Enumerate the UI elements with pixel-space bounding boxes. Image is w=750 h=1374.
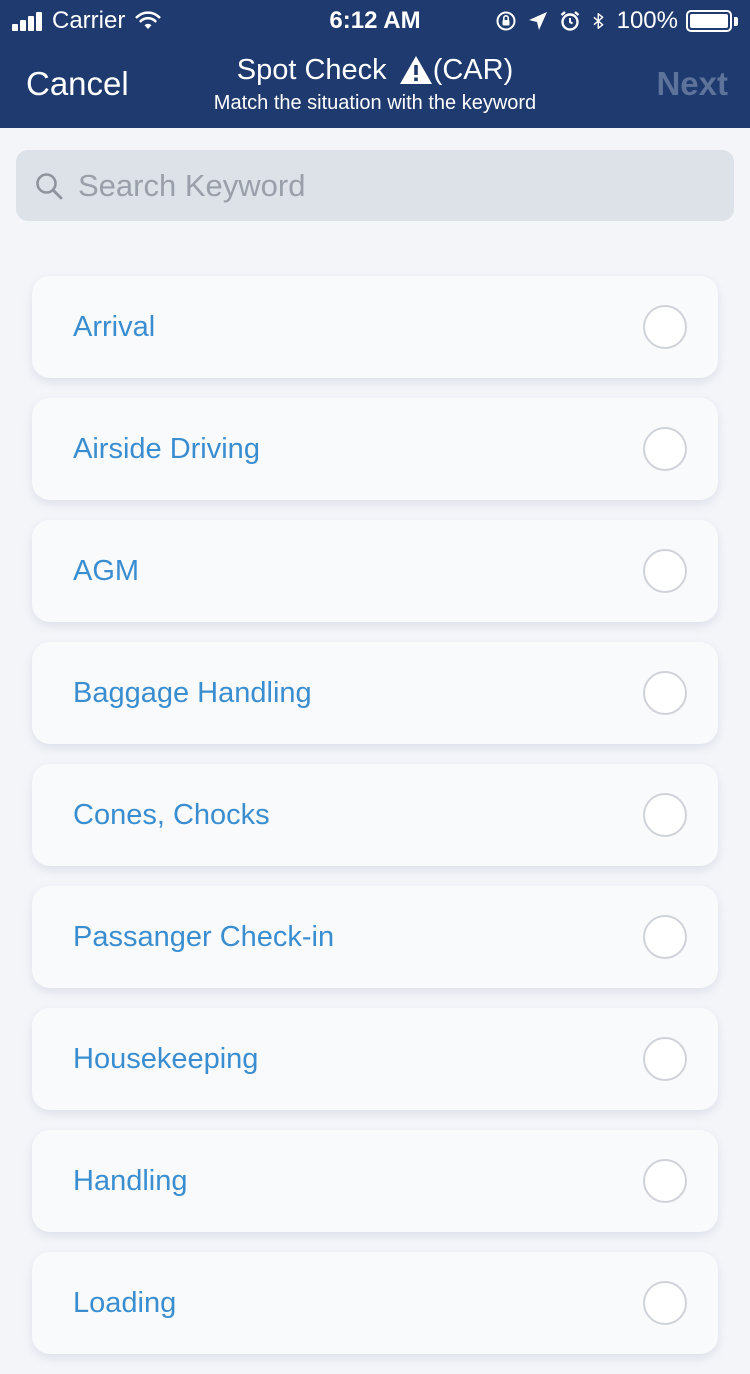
list-item-label: Housekeeping <box>73 1042 259 1075</box>
radio-circle-icon[interactable] <box>643 1159 687 1203</box>
carrier-label: Carrier <box>52 7 126 34</box>
list-item[interactable]: Handling <box>32 1130 718 1232</box>
status-bar-left: Carrier <box>12 6 161 36</box>
nav-title: Spot Check (CAR) <box>150 52 600 88</box>
keyword-list: Arrival Airside Driving AGM Baggage Hand… <box>32 276 718 1374</box>
list-item[interactable]: Airside Driving <box>32 398 718 500</box>
list-item[interactable]: AGM <box>32 520 718 622</box>
header: Carrier 6:12 AM 100% Cancel Spot Check (… <box>0 0 750 128</box>
status-bar-right: 100% <box>495 6 738 36</box>
nav-subtitle: Match the situation with the keyword <box>213 92 537 114</box>
radio-circle-icon[interactable] <box>643 549 687 593</box>
list-item[interactable]: Baggage Handling <box>32 642 718 744</box>
list-item[interactable]: Loading <box>32 1252 718 1354</box>
list-item-label: Passanger Check-in <box>73 920 335 953</box>
search-icon <box>36 172 63 199</box>
list-item[interactable]: Cones, Chocks <box>32 764 718 866</box>
list-item-label: Cones, Chocks <box>73 798 270 831</box>
battery-icon <box>686 10 732 32</box>
list-item[interactable]: Passanger Check-in <box>32 886 718 988</box>
nav-title-block: Spot Check (CAR) Match the situation wit… <box>150 52 600 116</box>
list-item[interactable]: Arrival <box>32 276 718 378</box>
nav-title-suffix: (CAR) <box>432 54 514 86</box>
search-input[interactable] <box>78 167 678 204</box>
list-item[interactable]: Housekeeping <box>32 1008 718 1110</box>
radio-circle-icon[interactable] <box>643 1037 687 1081</box>
wifi-icon <box>135 11 161 29</box>
list-item-label: Arrival <box>73 310 156 343</box>
radio-circle-icon[interactable] <box>643 1281 687 1325</box>
list-item-label: Handling <box>73 1164 188 1197</box>
warning-triangle-icon <box>399 56 432 84</box>
list-item-label: Loading <box>73 1286 177 1319</box>
cellular-signal-icon <box>12 11 44 31</box>
nav-title-text: Spot Check <box>236 54 387 86</box>
radio-circle-icon[interactable] <box>643 793 687 837</box>
search-bar[interactable] <box>16 150 734 221</box>
alarm-icon <box>560 11 579 31</box>
orientation-lock-icon <box>496 11 516 31</box>
list-item-label: Baggage Handling <box>73 676 312 709</box>
radio-circle-icon[interactable] <box>643 671 687 715</box>
radio-circle-icon[interactable] <box>643 305 687 349</box>
next-button[interactable]: Next <box>656 62 728 106</box>
battery-percentage: 100% <box>616 7 678 34</box>
list-item-label: AGM <box>73 554 140 587</box>
bluetooth-icon <box>593 13 603 29</box>
radio-circle-icon[interactable] <box>643 915 687 959</box>
cancel-button[interactable]: Cancel <box>26 62 129 106</box>
status-bar: Carrier 6:12 AM 100% <box>0 0 750 40</box>
radio-circle-icon[interactable] <box>643 427 687 471</box>
battery-tip <box>734 16 738 26</box>
location-arrow-icon <box>528 12 547 30</box>
list-item-label: Airside Driving <box>73 432 260 465</box>
